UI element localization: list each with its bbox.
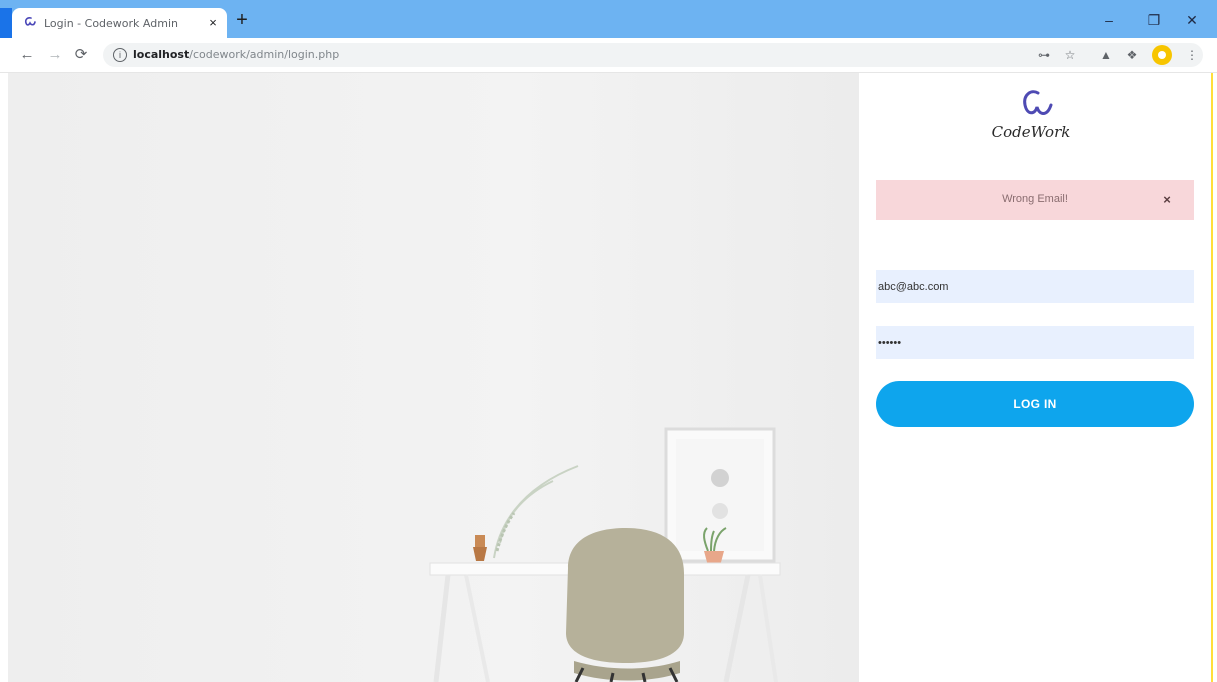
tab-bar-accent — [0, 8, 12, 38]
panel-right-border — [1211, 73, 1213, 682]
login-panel: CodeWork Wrong Email! × LOG IN — [859, 73, 1211, 682]
alert-message: Wrong Email! — [1002, 193, 1068, 205]
forward-arrow-icon[interactable]: → — [46, 46, 64, 64]
tab-title: Login - Codework Admin — [44, 17, 178, 30]
new-tab-button[interactable]: + — [232, 10, 252, 30]
site-info-icon[interactable]: i — [113, 48, 127, 62]
profile-avatar-icon[interactable] — [1152, 45, 1172, 65]
codework-logo-icon — [1023, 90, 1053, 115]
workspace-illustration — [8, 73, 859, 682]
url-path: /codework/admin/login.php — [189, 48, 340, 61]
browser-toolbar: ← → ⟳ i localhost/codework/admin/login.p… — [0, 38, 1217, 73]
bookmark-star-icon[interactable]: ☆ — [1062, 47, 1078, 63]
browser-tab-active[interactable]: Login - Codework Admin × — [12, 8, 227, 38]
error-alert: Wrong Email! × — [876, 180, 1194, 220]
close-window-button[interactable]: ✕ — [1177, 10, 1207, 30]
browser-tab-bar: Login - Codework Admin × + – ❐ ✕ — [0, 0, 1217, 38]
restore-button[interactable]: ❐ — [1139, 10, 1169, 30]
login-button[interactable]: LOG IN — [876, 381, 1194, 427]
hero-image — [8, 73, 859, 682]
key-icon[interactable]: ⊶ — [1036, 47, 1052, 63]
codework-favicon-icon — [24, 17, 36, 26]
menu-kebab-icon[interactable]: ⋮ — [1184, 47, 1200, 63]
url-text: localhost/codework/admin/login.php — [133, 48, 339, 61]
email-input[interactable] — [876, 270, 1194, 303]
back-arrow-icon[interactable]: ← — [18, 46, 36, 64]
codework-logo: CodeWork — [971, 85, 1091, 149]
puzzle-extensions-icon[interactable]: ❖ — [1124, 47, 1140, 63]
minimize-button[interactable]: – — [1094, 10, 1124, 30]
url-host: localhost — [133, 48, 190, 61]
tab-close-icon[interactable]: × — [205, 15, 221, 31]
alert-close-icon[interactable]: × — [1159, 192, 1175, 208]
logo-text: CodeWork — [991, 123, 1071, 141]
password-input[interactable] — [876, 326, 1194, 359]
picture-frame — [664, 427, 776, 563]
extension-icon[interactable]: ▲ — [1098, 47, 1114, 63]
reload-icon[interactable]: ⟳ — [72, 46, 90, 64]
